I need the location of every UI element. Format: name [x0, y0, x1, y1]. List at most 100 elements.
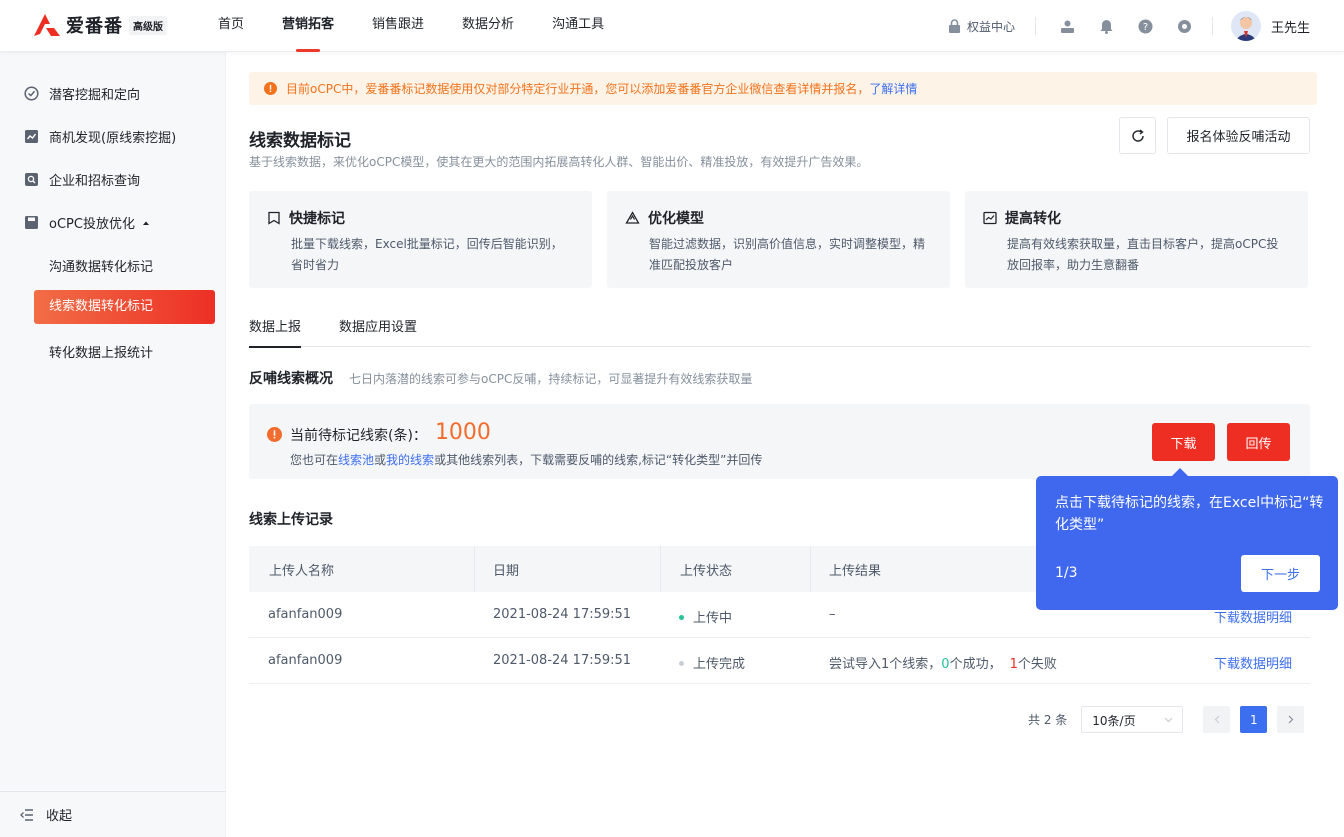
sidebar-item-label: 商机发现(原线索挖掘): [49, 131, 177, 146]
status-text: 上传完成: [693, 657, 746, 672]
lock-icon: [948, 19, 960, 33]
guide-step-counter: 1/3: [1055, 565, 1078, 581]
header-right: 权益中心 ? 王先生: [948, 0, 1344, 52]
warning-icon: [264, 82, 277, 95]
search-doc-icon: [25, 173, 38, 186]
page-size-select[interactable]: 10条/页: [1081, 706, 1184, 733]
result-cell: 尝试导入1个线索，0个成功， 1个失败: [829, 653, 1057, 672]
date-cell: 2021-08-24 17:59:51: [493, 607, 632, 622]
feature-card: 优化模型 智能过滤数据，识别高价值信息，实时调整模型，精准匹配投放客户: [607, 191, 950, 288]
column-divider: [474, 546, 475, 592]
pending-label: 当前待标记线索(条)：: [290, 427, 427, 444]
tab-bar: 数据上报 数据应用设置: [249, 316, 1310, 348]
sidebar-item-prospecting[interactable]: 潜客挖掘和定向: [24, 84, 140, 103]
table-row: afanfan009 2021-08-24 17:59:51 上传完成 尝试导入…: [249, 638, 1310, 684]
sidebar-item-label: 企业和招标查询: [49, 174, 141, 189]
chart-icon: [25, 130, 38, 143]
user-name[interactable]: 王先生: [1271, 17, 1310, 36]
save-icon: [25, 216, 38, 229]
nav-communication[interactable]: 沟通工具: [552, 0, 604, 52]
help-icon[interactable]: ?: [1138, 19, 1153, 34]
uploader-cell: afanfan009: [268, 653, 343, 668]
sidebar-subitem-lead-mark[interactable]: 线索数据转化标记: [34, 290, 215, 324]
overview-title: 反哺线索概况: [249, 371, 333, 387]
guide-tooltip: 点击下载待标记的线索，在Excel中标记“转化类型” 1/3 下一步: [1036, 468, 1338, 610]
refresh-button[interactable]: [1119, 117, 1156, 154]
sidebar-subitem-comm-mark[interactable]: 沟通数据转化标记: [49, 256, 153, 275]
collapse-button[interactable]: 收起: [0, 791, 226, 837]
nav-sales[interactable]: 销售跟进: [372, 0, 424, 52]
lead-pool-link[interactable]: 线索池: [338, 453, 374, 467]
sidebar: 潜客挖掘和定向 商机发现(原线索挖掘) 企业和招标查询 oCPC投放优化 沟通数…: [0, 52, 226, 837]
pending-panel: 当前待标记线索(条)： 1000 您也可在线索池或我的线索或其他线索列表，下载需…: [249, 404, 1310, 479]
collapse-icon: [20, 808, 33, 821]
bell-icon[interactable]: [1099, 19, 1114, 34]
nav-home[interactable]: 首页: [218, 0, 244, 52]
sidebar-item-ocpc[interactable]: oCPC投放优化: [24, 213, 160, 232]
collapse-label: 收起: [46, 809, 73, 824]
user-card-icon[interactable]: [1060, 19, 1075, 34]
sidebar-subitem-report-stats[interactable]: 转化数据上报统计: [49, 342, 153, 361]
page-size-value: 10条/页: [1092, 714, 1136, 728]
my-leads-link[interactable]: 我的线索: [386, 453, 434, 467]
result-text: 尝试导入1个线索，: [829, 657, 942, 672]
result-text: 个失败: [1017, 657, 1057, 672]
status-dot: [679, 615, 684, 620]
status-dot: [679, 661, 684, 666]
feature-cards: 快捷标记 批量下载线索，Excel批量标记，回传后智能识别，省时省力 优化模型 …: [249, 191, 1323, 288]
status-cell: 上传完成: [679, 653, 745, 672]
nav-analytics[interactable]: 数据分析: [462, 0, 514, 52]
next-page-button[interactable]: [1277, 706, 1305, 733]
feature-card: 提高转化 提高有效线索获取量，直击目标客户，提高oCPC投放回报率，助力生意翻番: [965, 191, 1308, 288]
tab-data-settings[interactable]: 数据应用设置: [339, 316, 417, 335]
header-divider: [1211, 17, 1213, 35]
fail-count: 1: [1009, 657, 1018, 672]
sidebar-item-enterprise[interactable]: 企业和招标查询: [24, 170, 140, 189]
success-count: 0: [941, 657, 950, 672]
settings-icon[interactable]: [1177, 19, 1192, 34]
feature-card: 快捷标记 批量下载线索，Excel批量标记，回传后智能识别，省时省力: [249, 191, 592, 288]
total-count: 共 2 条: [1028, 713, 1068, 727]
tab-data-report[interactable]: 数据上报: [249, 316, 302, 348]
chevron-right-icon: [1288, 715, 1294, 724]
desc-text: 或: [374, 453, 387, 467]
sidebar-item-opportunity[interactable]: 商机发现(原线索挖掘): [24, 127, 176, 146]
chevron-left-icon: [1214, 715, 1220, 724]
main-nav: 首页 营销拓客 销售跟进 数据分析 沟通工具: [218, 0, 642, 52]
column-header: 上传人名称: [269, 563, 335, 579]
feature-desc: 智能过滤数据，识别高价值信息，实时调整模型，精准匹配投放客户: [649, 237, 926, 272]
rights-center-link[interactable]: 权益中心: [948, 17, 1036, 35]
target-icon: [24, 86, 39, 101]
column-header: 上传状态: [680, 563, 733, 579]
sidebar-item-label: oCPC投放优化: [49, 217, 135, 232]
learn-more-link[interactable]: 了解详情: [869, 80, 917, 97]
page-title: 线索数据标记: [249, 131, 351, 151]
status-cell: 上传中: [679, 607, 732, 626]
caret-up-icon: [142, 221, 149, 225]
upload-button[interactable]: 回传: [1227, 423, 1290, 461]
user-avatar-icon: [1230, 11, 1261, 41]
signup-activity-button[interactable]: 报名体验反哺活动: [1167, 117, 1310, 154]
nav-marketing[interactable]: 营销拓客: [282, 0, 334, 52]
logo[interactable]: 爱番番 高级版: [32, 12, 167, 38]
avatar[interactable]: [1230, 11, 1261, 41]
pending-desc: 您也可在线索池或我的线索或其他线索列表，下载需要反哺的线索,标记“转化类型”并回…: [290, 451, 762, 468]
column-header: 上传结果: [829, 563, 882, 579]
desc-text: 或其他线索列表，下载需要反哺的线索,标记“转化类型”并回传: [434, 453, 763, 467]
download-button[interactable]: 下载: [1152, 423, 1215, 461]
notice-text: 目前oCPC中，爱番番标记数据使用仅对部分特定行业开通，您可以添加爱番番官方企业…: [286, 82, 870, 96]
next-step-button[interactable]: 下一步: [1241, 555, 1320, 592]
page-1-button[interactable]: 1: [1240, 706, 1268, 733]
overview-desc: 七日内落潜的线索可参与oCPC反哺，持续标记，可显著提升有效线索获取量: [349, 372, 753, 386]
edition-badge: 高级版: [129, 15, 167, 35]
status-text: 上传中: [693, 611, 733, 626]
brand-name: 爱番番: [66, 16, 123, 37]
column-divider: [660, 546, 661, 592]
prev-page-button[interactable]: [1203, 706, 1231, 733]
column-divider: [810, 546, 811, 592]
pending-count: 1000: [434, 420, 491, 445]
feature-title: 优化模型: [648, 211, 704, 227]
download-detail-link[interactable]: 下载数据明细: [1214, 653, 1292, 672]
date-cell: 2021-08-24 17:59:51: [493, 653, 632, 668]
recycle-icon: [625, 211, 640, 224]
